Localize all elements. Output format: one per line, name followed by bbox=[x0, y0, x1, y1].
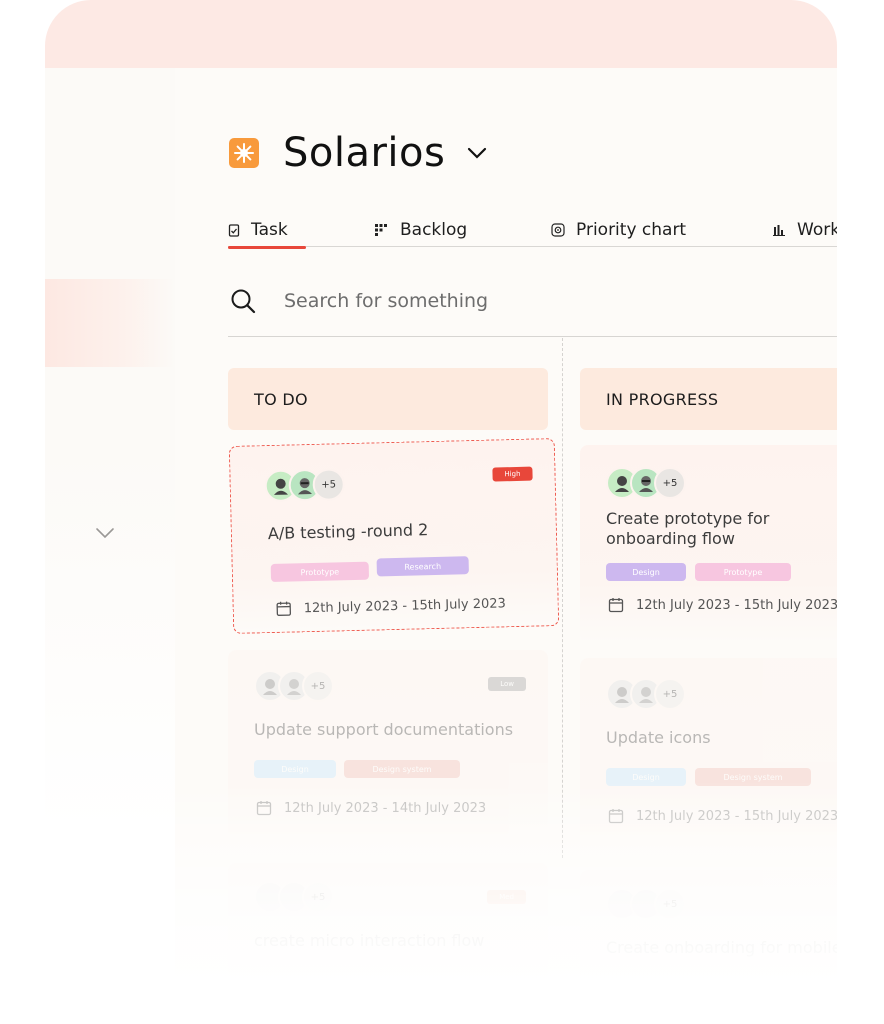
assignee-avatars[interactable]: +5 bbox=[606, 678, 686, 710]
search-bar bbox=[228, 266, 837, 337]
assignee-avatars[interactable]: +5 bbox=[254, 670, 334, 702]
view-tabs: Task Backlog Priority chart Work bbox=[228, 214, 837, 249]
card-title: A/B testing -round 2 bbox=[267, 520, 429, 544]
tab-priority-chart[interactable]: Priority chart bbox=[551, 214, 686, 246]
priority-badge: Low bbox=[488, 677, 526, 691]
task-card[interactable]: +5 Low Update support documentations Des… bbox=[228, 650, 548, 840]
card-title: Update support documentations bbox=[254, 720, 514, 739]
project-title: Solarios bbox=[283, 130, 446, 176]
task-icon bbox=[228, 223, 240, 237]
avatar-overflow-count: +5 bbox=[654, 467, 686, 499]
task-card[interactable]: +5 Update icons Design Design system 12t… bbox=[580, 658, 837, 850]
tag: Design bbox=[606, 768, 686, 786]
tab-backlog[interactable]: Backlog bbox=[375, 214, 467, 246]
date-text: 12th July 2023 - 14th July 2023 bbox=[284, 800, 487, 816]
tab-label: Task bbox=[251, 220, 288, 240]
sun-icon bbox=[229, 138, 259, 168]
assignee-avatars[interactable]: +5 bbox=[264, 468, 346, 503]
avatar-overflow-count: +5 bbox=[654, 888, 686, 920]
tag: Research bbox=[376, 556, 469, 577]
priority-badge: Med bbox=[487, 890, 526, 904]
assignee-avatars[interactable]: +5 bbox=[606, 467, 686, 499]
sidebar-active-item[interactable] bbox=[45, 279, 175, 367]
avatar-overflow-count: +5 bbox=[312, 468, 346, 501]
task-card[interactable]: +5 Med create micro interaction flow bbox=[228, 863, 548, 1013]
column-header-todo[interactable]: TO DO bbox=[228, 368, 548, 430]
avatar-overflow-count: +5 bbox=[302, 670, 334, 702]
card-title: Update icons bbox=[606, 728, 711, 747]
column-header-in-progress[interactable]: IN PROGRESS bbox=[580, 368, 837, 430]
card-title: Create prototype for onboarding flow bbox=[606, 509, 770, 548]
priority-icon bbox=[551, 223, 565, 237]
chevron-down-icon[interactable] bbox=[94, 526, 116, 540]
calendar-icon bbox=[276, 601, 292, 616]
calendar-icon bbox=[256, 801, 272, 816]
tab-label: Work bbox=[797, 220, 837, 240]
tab-label: Backlog bbox=[400, 220, 468, 240]
assignee-avatars[interactable]: +5 bbox=[606, 888, 686, 920]
tag: Design bbox=[606, 563, 686, 581]
date-range: 12th July 2023 - 14th July 2023 bbox=[256, 800, 486, 816]
priority-badge: High bbox=[492, 466, 533, 482]
assignee-avatars[interactable]: +5 bbox=[254, 881, 334, 913]
tab-workload[interactable]: Work bbox=[773, 214, 837, 246]
task-card[interactable]: +5 High A/B testing -round 2 Prototype R… bbox=[228, 438, 560, 634]
avatar-overflow-count: +5 bbox=[654, 678, 686, 710]
date-range: 12th July 2023 - 15th July 2023 bbox=[608, 597, 837, 613]
calendar-icon bbox=[608, 598, 624, 613]
date-text: 12th July 2023 - 15th July 2023 bbox=[303, 595, 507, 616]
bar-chart-icon bbox=[773, 225, 785, 236]
tab-task[interactable]: Task bbox=[228, 214, 306, 249]
search-input[interactable] bbox=[282, 289, 686, 313]
project-header[interactable]: Solarios bbox=[229, 126, 487, 180]
window-top-band bbox=[45, 0, 837, 68]
sidebar bbox=[45, 68, 175, 1024]
card-title: create micro interaction flow bbox=[254, 931, 485, 950]
card-title: Create onboarding for mobile bbox=[606, 938, 837, 957]
tag: Prototype bbox=[695, 563, 791, 581]
tag: Prototype bbox=[270, 561, 370, 583]
chevron-down-icon[interactable] bbox=[467, 147, 487, 159]
task-card[interactable]: +5 Create prototype for onboarding flow … bbox=[580, 445, 837, 643]
tag: Design system bbox=[695, 768, 811, 786]
board-main: Solarios Task Backlog Priority chart Wor… bbox=[175, 68, 837, 1024]
date-range: 12th July 2023 - 15th July 2023 bbox=[608, 808, 837, 824]
calendar-icon bbox=[608, 809, 624, 824]
tab-label: Priority chart bbox=[576, 220, 687, 240]
tag: Design system bbox=[344, 760, 460, 778]
date-range: 12th July 2023 - 15th July 2023 bbox=[276, 595, 506, 617]
date-text: 12th July 2023 - 15th July 2023 bbox=[636, 808, 837, 824]
column-title: TO DO bbox=[254, 389, 308, 409]
date-text: 12th July 2023 - 15th July 2023 bbox=[636, 597, 837, 613]
backlog-icon bbox=[375, 224, 387, 236]
avatar-overflow-count: +5 bbox=[302, 881, 334, 913]
search-icon bbox=[231, 289, 256, 314]
task-card[interactable]: +5 Create onboarding for mobile bbox=[580, 870, 837, 1020]
column-divider bbox=[562, 338, 563, 858]
tag: Design bbox=[254, 760, 336, 778]
column-title: IN PROGRESS bbox=[606, 389, 719, 409]
